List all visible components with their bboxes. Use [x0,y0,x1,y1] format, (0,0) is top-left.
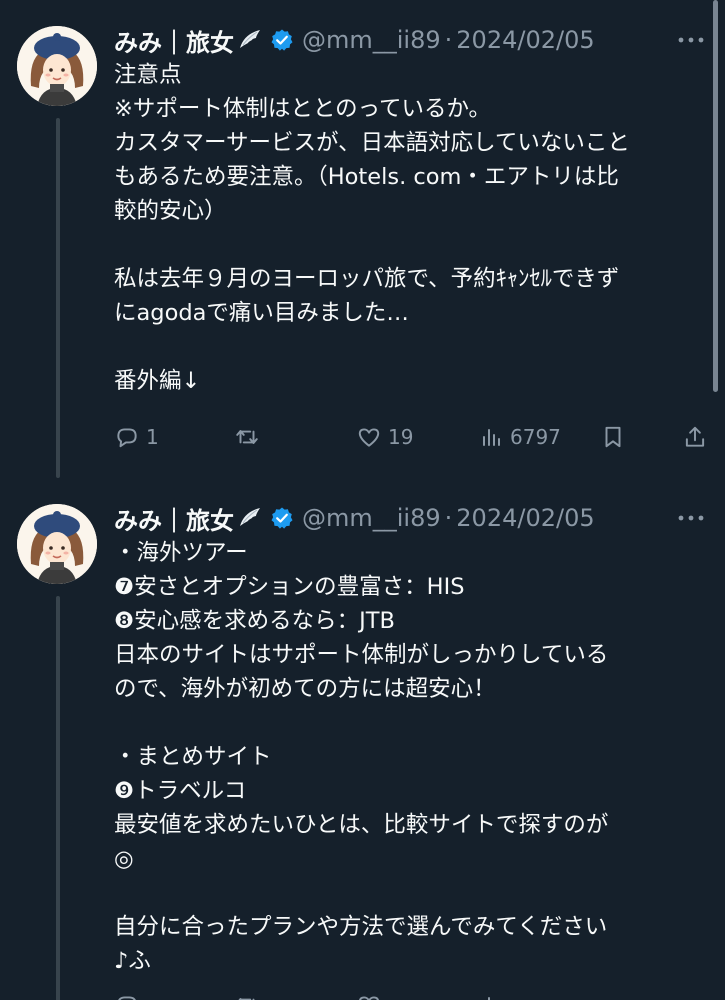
tweet-text-line: 注意点 [114,62,182,88]
tweet-text-line: にagodaで痛い目みました… [114,300,409,326]
reply-button[interactable] [114,988,140,1000]
tweet-text-line: ❾トラベルコ [114,778,247,804]
tweet-actions [114,988,714,1000]
tweet-text-line: ・まとめサイト [114,744,272,770]
tweet-text: 注意点 ※サポート体制はととのっているか。 カスタマーサービスが、日本語対応して… [114,58,704,398]
heart-icon [356,992,382,1000]
avatar[interactable] [17,504,97,584]
retweet-button[interactable] [234,420,266,454]
angel-wing-icon [238,506,262,530]
more-horizontal-icon[interactable] [676,506,706,530]
share-icon [682,424,708,450]
author-handle[interactable]: @mm__ii89 [302,26,441,54]
tweet-text-line [114,706,704,740]
bookmark-button[interactable] [600,420,626,454]
scrollbar-thumb[interactable] [713,0,718,392]
views-button[interactable]: 6797 [480,420,561,454]
views-button[interactable] [480,988,504,1000]
retweet-button[interactable] [234,988,260,1000]
tweet-text-line: ♪ふ [114,948,151,974]
reply-button[interactable]: 1 [114,420,159,454]
tweet-date[interactable]: 2024/02/05 [456,26,594,54]
retweet-icon [234,424,260,450]
tweet-text: ・海外ツアー ❼安さとオプションの豊富さ：HIS ❽安心感を求めるなら：JTB … [114,536,704,978]
tweet[interactable]: みみ｜旅女 @mm__ii89 · 2024/02/05 [0,478,725,1000]
tweet-text-line: ◎ [114,846,134,872]
views-icon [480,424,504,450]
tweet-text-line: カスタマーサービスが、日本語対応していないこと [114,130,630,156]
tweet-text-line: ❼安さとオプションの豊富さ：HIS [114,574,465,600]
verified-badge-icon [270,506,294,530]
author-display-name[interactable]: みみ｜旅女 [114,23,234,58]
retweet-icon [234,992,260,1000]
like-button[interactable]: 19 [356,420,413,454]
avatar[interactable] [17,26,97,106]
author-name-group[interactable]: みみ｜旅女 [114,23,294,58]
tweet-text-line: ※サポート体制はととのっているか。 [114,96,492,122]
author-handle[interactable]: @mm__ii89 [302,504,441,532]
view-count: 6797 [510,425,561,449]
heart-icon [356,424,382,450]
tweet-date[interactable]: 2024/02/05 [456,504,594,532]
tweet-header: みみ｜旅女 @mm__ii89 · 2024/02/05 [114,20,595,60]
tweet-text-line: ❽安心感を求めるなら：JTB [114,608,395,634]
reply-count: 1 [146,425,159,449]
thread-connector-line [56,596,60,1000]
like-count: 19 [388,425,414,449]
tweet-actions: 1 19 6797 [114,420,714,454]
tweet-header: みみ｜旅女 @mm__ii89 · 2024/02/05 [114,498,595,538]
header-separator: · [444,504,453,532]
tweet-text-line [114,228,704,262]
tweet-text-line: もあるため要注意。（Hotels. com・エアトリは比 [114,164,619,190]
like-button[interactable] [356,988,382,1000]
tweet-text-line: 較的安心） [114,198,227,224]
views-icon [480,992,504,1000]
tweet-text-line: 自分に合ったプランや方法で選んでみてください [114,914,608,940]
reply-icon [114,992,140,1000]
tweet-text-line: 最安値を求めたいひとは、比較サイトで探すのが [114,812,609,838]
tweet-text-line: 番外編↓ [114,368,201,394]
reply-icon [114,424,140,450]
thread-connector-line [56,118,60,478]
header-separator: · [444,26,453,54]
angel-wing-icon [238,28,262,52]
tweet[interactable]: みみ｜旅女 @mm__ii89 · 2024/02/05 [0,0,725,478]
verified-badge-icon [270,28,294,52]
tweet-text-line: 私は去年９月のヨーロッパ旅で、予約ｷｬﾝｾﾙできず [114,266,620,292]
tweet-text-line: 日本のサイトはサポート体制がしっかりしている [114,642,609,668]
tweet-text-line [114,876,704,910]
bookmark-icon [600,424,626,450]
author-display-name[interactable]: みみ｜旅女 [114,501,234,536]
tweet-text-line: ので、海外が初めての方には超安心！ [114,676,496,702]
share-button[interactable] [682,420,708,454]
author-name-group[interactable]: みみ｜旅女 [114,501,294,536]
tweet-text-line [114,330,704,364]
more-horizontal-icon[interactable] [676,28,706,52]
tweet-text-line: ・海外ツアー [114,540,248,566]
